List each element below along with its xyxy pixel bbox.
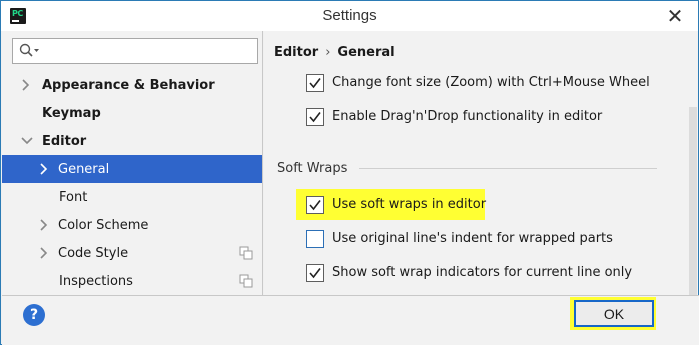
scrollbar-thumb[interactable] — [689, 107, 697, 295]
project-settings-icon — [239, 246, 253, 260]
original-indent-checkbox[interactable] — [306, 230, 324, 248]
chevron-right-icon — [22, 79, 30, 91]
show-indicators-label: Show soft wrap indicators for current li… — [332, 265, 633, 280]
checkmark-icon — [309, 78, 321, 89]
drag-drop-label: Enable Drag'n'Drop functionality in edit… — [332, 109, 603, 124]
settings-tree-panel: Appearance & Behavior Keymap Editor Gene… — [2, 31, 263, 295]
use-soft-wraps-checkbox[interactable] — [306, 196, 324, 214]
tree-item-label: Editor — [42, 133, 87, 149]
tree-item-label: Color Scheme — [58, 217, 149, 233]
tree-item-label: Inspections — [59, 273, 133, 289]
search-field[interactable] — [12, 38, 258, 64]
vertical-scrollbar[interactable] — [688, 31, 698, 295]
help-button[interactable]: ? — [23, 304, 45, 326]
tree-item-label: Keymap — [42, 105, 101, 121]
tree-item-font[interactable]: Font — [2, 183, 262, 211]
checkmark-icon — [309, 200, 321, 211]
window-title: Settings — [322, 7, 377, 24]
breadcrumb-separator: › — [325, 45, 331, 60]
chevron-right-icon — [40, 247, 48, 259]
chevron-right-icon — [40, 163, 48, 175]
breadcrumb-parent[interactable]: Editor — [274, 45, 318, 60]
tree-item-keymap[interactable]: Keymap — [2, 99, 262, 127]
settings-window: PC Settings ✕ Appearance & Behavior Keym… — [0, 0, 699, 345]
title-bar[interactable]: PC Settings ✕ — [1, 1, 698, 31]
tree-item-color-scheme[interactable]: Color Scheme — [2, 211, 262, 239]
checkmark-icon — [309, 268, 321, 279]
close-icon: ✕ — [666, 4, 684, 28]
chevron-down-icon — [21, 137, 33, 145]
tree-item-label: Appearance & Behavior — [42, 77, 215, 93]
soft-wraps-section-title: Soft Wraps — [277, 161, 348, 176]
project-settings-icon — [239, 274, 253, 288]
breadcrumb-current: General — [337, 45, 395, 60]
dialog-footer: ? OK — [2, 295, 699, 345]
ok-button[interactable]: OK — [574, 300, 654, 327]
tree-item-general[interactable]: General — [2, 155, 262, 183]
tree-item-label: Code Style — [58, 245, 129, 261]
show-indicators-checkbox[interactable] — [306, 264, 324, 282]
change-font-size-label: Change font size (Zoom) with Ctrl+Mouse … — [332, 75, 650, 90]
tree-item-code-style[interactable]: Code Style — [2, 239, 262, 267]
tree-item-editor[interactable]: Editor — [2, 127, 262, 155]
breadcrumb: Editor › General — [274, 45, 395, 60]
search-input[interactable] — [43, 41, 253, 61]
change-font-size-checkbox[interactable] — [306, 74, 324, 92]
drag-drop-checkbox[interactable] — [306, 108, 324, 126]
search-icon — [19, 43, 39, 57]
chevron-right-icon — [40, 219, 48, 231]
use-soft-wraps-label: Use soft wraps in editor — [332, 197, 487, 212]
tree-item-inspections[interactable]: Inspections — [2, 267, 262, 295]
tree-item-label: General — [58, 161, 110, 177]
tree-item-label: Font — [59, 189, 88, 205]
original-indent-label: Use original line's indent for wrapped p… — [332, 231, 613, 246]
close-button[interactable]: ✕ — [652, 1, 698, 31]
settings-content-panel: Editor › General Change font size (Zoom) w… — [264, 31, 698, 295]
checkmark-icon — [309, 112, 321, 123]
section-divider — [359, 168, 657, 169]
tree-item-appearance-behavior[interactable]: Appearance & Behavior — [2, 71, 262, 99]
